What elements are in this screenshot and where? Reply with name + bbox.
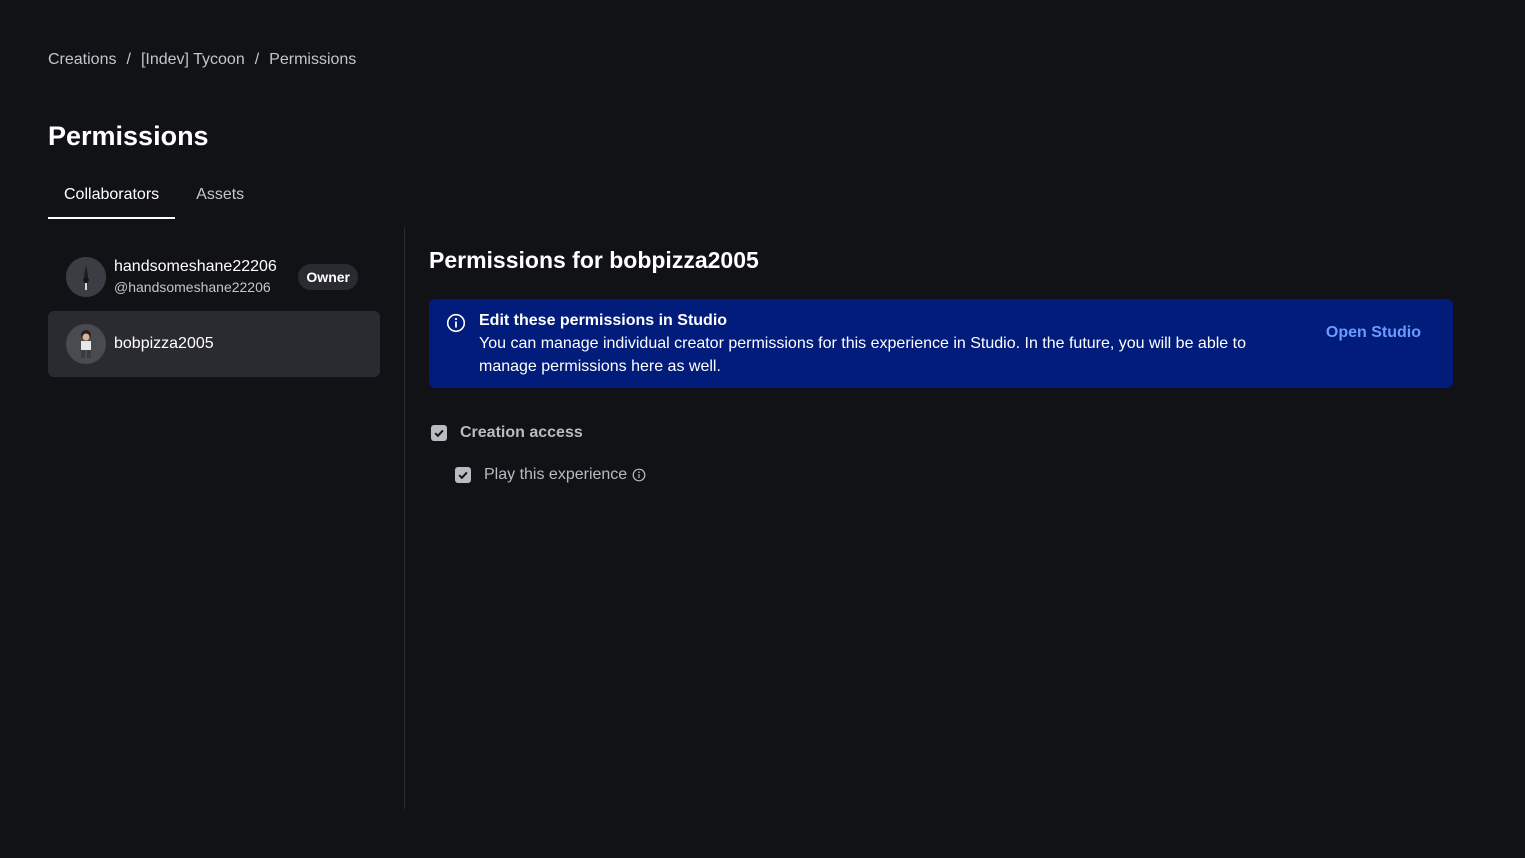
tab-assets[interactable]: Assets bbox=[175, 173, 265, 219]
permissions-heading: Permissions for bobpizza2005 bbox=[429, 247, 759, 273]
breadcrumb-experience[interactable]: [Indev] Tycoon bbox=[141, 51, 245, 69]
info-icon bbox=[446, 313, 466, 333]
permission-creation-access: Creation access bbox=[431, 422, 583, 444]
permission-label: Play this experience bbox=[484, 466, 628, 483]
tab-collaborators[interactable]: Collaborators bbox=[48, 173, 176, 219]
avatar-figure-icon bbox=[66, 257, 106, 297]
vertical-divider bbox=[404, 227, 405, 809]
banner-text: Edit these permissions in Studio You can… bbox=[479, 310, 1299, 378]
breadcrumb: Creations / [Indev] Tycoon / Permissions bbox=[48, 49, 356, 71]
collaborator-text: handsomeshane22206 @handsomeshane22206 bbox=[114, 257, 277, 297]
studio-info-banner: Edit these permissions in Studio You can… bbox=[429, 299, 1453, 388]
checkmark-icon bbox=[434, 429, 444, 438]
play-experience-checkbox[interactable] bbox=[455, 467, 471, 483]
permission-label: Creation access bbox=[460, 424, 583, 441]
breadcrumb-current: Permissions bbox=[269, 51, 357, 68]
collaborator-item-handsomeshane22206[interactable]: handsomeshane22206 @handsomeshane22206 O… bbox=[48, 244, 380, 310]
banner-title: Edit these permissions in Studio bbox=[479, 312, 728, 329]
avatar bbox=[66, 257, 106, 297]
info-icon[interactable] bbox=[632, 468, 646, 482]
permissions-page: Creations / [Indev] Tycoon / Permissions… bbox=[0, 0, 1525, 858]
avatar bbox=[66, 324, 106, 364]
page-title: Permissions bbox=[48, 121, 209, 151]
collaborator-item-bobpizza2005[interactable]: bobpizza2005 bbox=[48, 311, 380, 377]
breadcrumb-separator: / bbox=[126, 51, 131, 68]
collaborator-name: bobpizza2005 bbox=[114, 335, 214, 352]
tab-bar: Collaborators Assets bbox=[48, 173, 265, 219]
open-studio-button[interactable]: Open Studio bbox=[1326, 322, 1421, 344]
collaborator-list: handsomeshane22206 @handsomeshane22206 O… bbox=[48, 244, 380, 377]
creation-access-checkbox[interactable] bbox=[431, 425, 447, 441]
collaborator-text: bobpizza2005 bbox=[114, 334, 214, 354]
avatar-figure-icon bbox=[66, 324, 106, 364]
checkmark-icon bbox=[458, 471, 468, 480]
owner-badge: Owner bbox=[298, 264, 358, 290]
collaborator-name: handsomeshane22206 bbox=[114, 258, 277, 275]
collaborator-handle: @handsomeshane22206 bbox=[114, 279, 271, 295]
permission-play-experience: Play this experience bbox=[455, 464, 646, 486]
banner-body: You can manage individual creator permis… bbox=[479, 335, 1246, 375]
breadcrumb-creations[interactable]: Creations bbox=[48, 51, 116, 69]
breadcrumb-separator: / bbox=[254, 51, 260, 68]
